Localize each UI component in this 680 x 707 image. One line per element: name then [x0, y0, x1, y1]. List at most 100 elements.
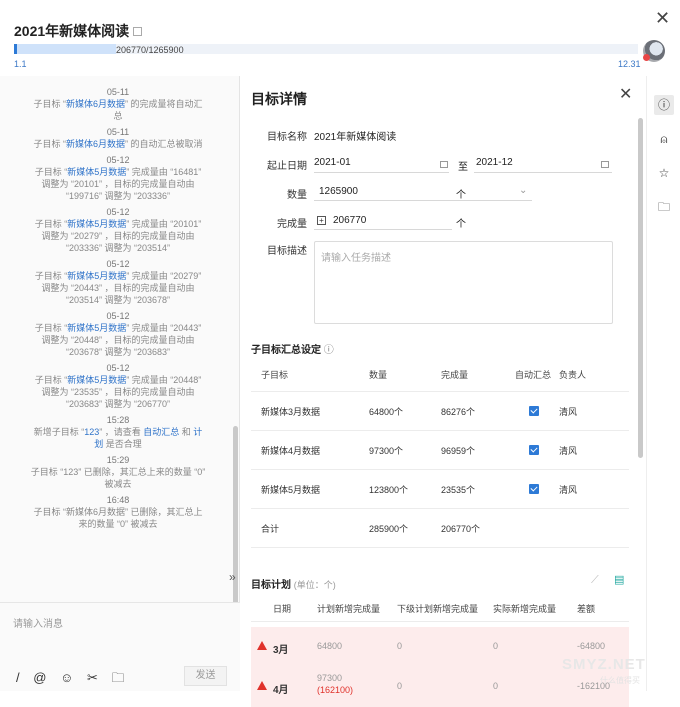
row-divider	[251, 547, 629, 548]
line-chart-icon[interactable]: ⟋	[591, 574, 599, 587]
column-header: 日期	[273, 604, 292, 614]
activity-link[interactable]: 新媒体5月数据	[67, 375, 126, 385]
activity-entry: 05-12 子目标 “新媒体5月数据” 完成量由 “20443” 调整为 “204…	[30, 310, 206, 358]
activity-time: 05-11	[106, 127, 130, 137]
edit-icon[interactable]	[133, 27, 143, 36]
start-date-field[interactable]: 2021-01	[314, 157, 351, 168]
auto-sum-checkbox[interactable]	[529, 484, 539, 494]
quantity-field[interactable]: 1265900	[319, 186, 358, 197]
plan-row	[251, 667, 629, 707]
activity-entry: 16:48 子目标 “新媒体6月数据” 已删除，其汇总上来的数量 “0” 被减去	[30, 494, 206, 530]
subtarget-heading: 子目标汇总设定 ⓘ	[251, 345, 334, 356]
scrollbar[interactable]	[638, 118, 643, 458]
unit-select[interactable]: 个	[456, 186, 466, 201]
auto-sum-checkbox[interactable]	[529, 445, 539, 455]
activity-text-part: 新增子目标 “	[33, 427, 85, 437]
activity-link[interactable]: 新媒体5月数据	[67, 167, 126, 177]
close-icon[interactable]: ✕	[655, 8, 670, 29]
person-icon[interactable]: ⍝	[654, 129, 674, 149]
description-textarea[interactable]: 请输入任务描述	[314, 241, 613, 324]
column-header: 下级计划新增完成量	[397, 604, 479, 614]
activity-time: 05-12	[106, 207, 130, 217]
folder-icon[interactable]: 🗀	[112, 670, 125, 685]
subtarget-name[interactable]: 新媒体4月数据	[261, 444, 320, 457]
scissors-icon[interactable]: ✂	[87, 670, 98, 685]
activity-text: 新增子目标 “123” ，请查看 自动汇总 和 计划 是否合理	[30, 426, 206, 450]
activity-link[interactable]: 123	[84, 427, 99, 437]
subtarget-done: 96959个	[441, 446, 476, 456]
auto-sum-checkbox[interactable]	[529, 406, 539, 416]
composer-toolbar: / @ ☺ ✂ 🗀	[16, 669, 135, 691]
subtarget-qty: 97300个	[369, 446, 404, 456]
subtarget-owner[interactable]: 清风	[559, 444, 577, 457]
avatar-status-dot	[643, 54, 650, 61]
activity-link[interactable]: 新媒体5月数据	[67, 219, 126, 229]
goal-title[interactable]: 2021年新媒体阅读	[14, 21, 143, 41]
qty-label: 数量	[287, 190, 307, 201]
progress-text: 206770/1265900	[116, 45, 184, 55]
message-input[interactable]: 请输入消息	[13, 615, 63, 630]
calendar-icon[interactable]	[601, 161, 609, 168]
activity-text: 子目标 “新媒体5月数据” 完成量由 “20448” 调整为 “23535” ，…	[30, 374, 206, 410]
activity-time: 05-12	[106, 363, 130, 373]
subtarget-done: 23535个	[441, 485, 476, 495]
activity-link[interactable]: 新媒体5月数据	[67, 323, 126, 333]
warning-icon	[257, 641, 267, 650]
subtarget-name[interactable]: 新媒体3月数据	[261, 405, 320, 418]
subtarget-name[interactable]: 新媒体5月数据	[261, 483, 320, 496]
folder-icon[interactable]: 🗀	[654, 197, 674, 217]
date-separator: 至	[458, 162, 468, 173]
column-header: 计划新增完成量	[317, 604, 381, 614]
emoji-icon[interactable]: ☺	[60, 670, 73, 685]
mention-icon[interactable]: @	[33, 670, 46, 685]
right-rail: ⓘ ⍝ ☆ 🗀	[646, 76, 680, 691]
info-icon[interactable]: ⓘ	[654, 95, 674, 115]
activity-link[interactable]: 自动汇总	[143, 427, 179, 437]
activity-link[interactable]: 新媒体6月数据	[66, 99, 125, 109]
message-composer: 请输入消息 / @ ☺ ✂ 🗀 发送	[0, 602, 240, 691]
collapse-panel-icon[interactable]: »	[229, 570, 236, 584]
activity-text-part: ” ，请查看	[99, 427, 144, 437]
activity-text-part: ” 的自动汇总被取消	[125, 139, 203, 149]
activity-link[interactable]: 新媒体6月数据	[66, 139, 125, 149]
activity-time: 16:48	[106, 495, 130, 505]
goal-name-field[interactable]: 2021年新媒体阅读	[314, 128, 396, 143]
subtarget-owner[interactable]: 清风	[559, 405, 577, 418]
activity-text-part: 子目标 “	[33, 99, 66, 109]
completion-unit: 个	[456, 219, 466, 230]
star-icon[interactable]: ☆	[654, 163, 674, 183]
activity-text: 子目标 “123” 已删除，其汇总上来的数量 “0” 被减去	[30, 466, 206, 490]
column-header: 数量	[369, 370, 388, 380]
info-icon[interactable]: ⓘ	[324, 345, 334, 356]
activity-text-part: 子目标 “	[34, 323, 68, 333]
activity-text-part: 子目标 “123” 已删除，其汇总上来的数量 “0” 被减去	[30, 467, 206, 489]
chevron-down-icon[interactable]: ⌄	[519, 185, 527, 196]
activity-text-part: 子目标 “	[34, 271, 68, 281]
activity-text: 子目标 “新媒体5月数据” 完成量由 “16481” 调整为 “20101” ，…	[30, 166, 206, 202]
send-button[interactable]: 发送	[184, 666, 227, 686]
name-label: 目标名称	[267, 132, 307, 143]
desc-label: 目标描述	[267, 246, 307, 257]
table-view-icon[interactable]: ▤	[614, 573, 624, 586]
activity-link[interactable]: 新媒体5月数据	[67, 271, 126, 281]
completion-field[interactable]: 206770	[333, 215, 366, 226]
plan-value: 97300	[317, 673, 343, 683]
progress-start-label: 1.1	[14, 59, 27, 69]
activity-text-part: 是否合理	[103, 439, 142, 449]
subtarget-owner[interactable]: 清风	[559, 483, 577, 496]
activity-text: 子目标 “新媒体5月数据” 完成量由 “20443” 调整为 “20448” ，…	[30, 322, 206, 358]
slash-command-icon[interactable]: /	[16, 670, 20, 685]
end-date-field[interactable]: 2021-12	[476, 157, 513, 168]
activity-text-part: 子目标 “	[34, 219, 68, 229]
add-completion-icon[interactable]: +	[317, 216, 326, 225]
activity-time: 15:29	[106, 455, 130, 465]
divider	[474, 172, 612, 173]
activity-time: 05-12	[106, 259, 130, 269]
close-icon[interactable]: ✕	[619, 84, 632, 104]
activity-time: 05-12	[106, 311, 130, 321]
warning-icon	[257, 681, 267, 690]
divider	[452, 200, 532, 201]
plan-heading: 目标计划 (单位：个)	[251, 580, 336, 591]
calendar-icon[interactable]	[440, 161, 448, 168]
column-header: 差额	[577, 604, 596, 614]
